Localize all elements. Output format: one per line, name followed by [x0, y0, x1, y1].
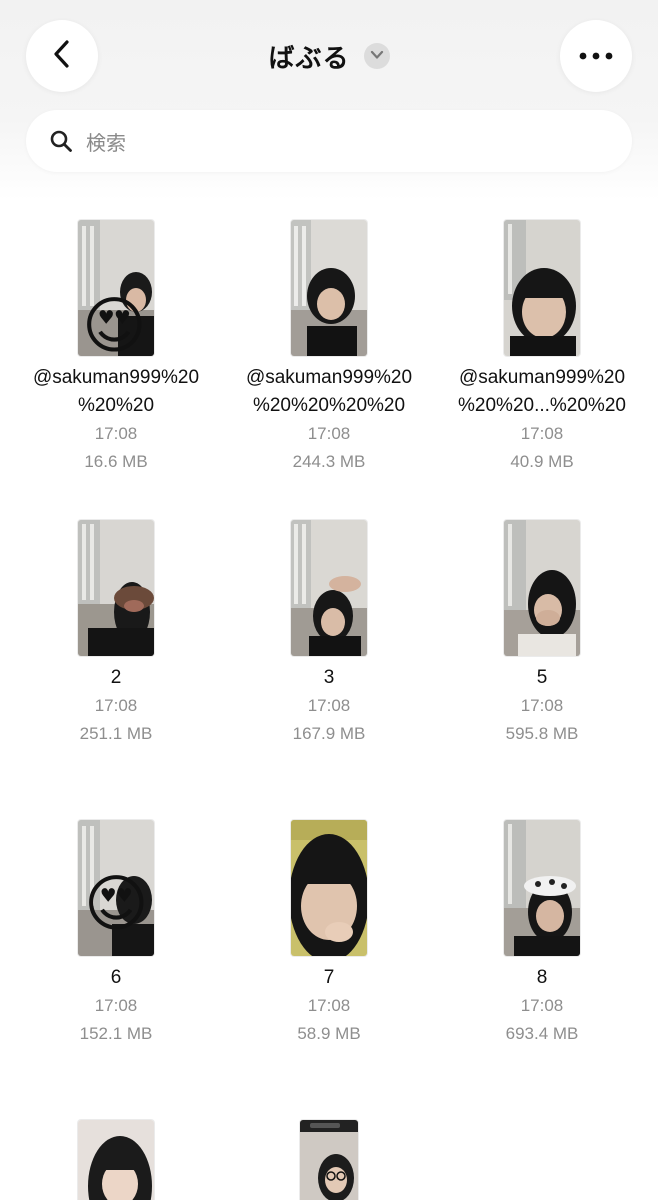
file-name: @sakuman999%20 %20%20%20%20	[245, 367, 413, 416]
search-icon	[48, 128, 74, 154]
search-field[interactable]: 検索	[26, 110, 632, 172]
file-name: 6	[110, 967, 122, 988]
file-name: 3	[323, 667, 335, 688]
video-thumbnail	[78, 1120, 154, 1200]
heart-eyes-emoji-sticker: 😍	[82, 292, 147, 357]
file-size: 244.3 MB	[292, 452, 366, 471]
file-time: 17:08	[94, 424, 138, 443]
file-item[interactable]: 7 17:08 58.9 MB	[223, 820, 435, 1048]
file-size: 58.9 MB	[297, 1024, 361, 1043]
file-time: 17:08	[520, 996, 564, 1015]
ellipsis-icon	[579, 47, 613, 65]
file-size: 595.8 MB	[505, 724, 579, 743]
video-thumbnail	[504, 220, 580, 356]
video-thumbnail	[300, 1120, 358, 1200]
file-name: 5	[536, 667, 548, 688]
video-thumbnail	[291, 520, 367, 656]
file-name: @sakuman999%20 %20%20	[32, 367, 200, 416]
chevron-down-icon	[370, 47, 384, 65]
title-menu-button[interactable]	[363, 43, 390, 69]
file-item[interactable]: 2 17:08 251.1 MB	[10, 520, 222, 748]
page-title: ばぶる	[268, 42, 350, 73]
file-size: 152.1 MB	[79, 1024, 153, 1043]
more-options-button[interactable]	[560, 20, 632, 92]
file-item[interactable]: 😍 @sakuman999%20 %20%20 17:08 16.6 MB	[10, 220, 222, 476]
file-time: 17:08	[307, 996, 351, 1015]
file-time: 17:08	[520, 696, 564, 715]
video-thumbnail: 😍	[78, 220, 154, 356]
file-time: 17:08	[307, 696, 351, 715]
file-item[interactable]: 3 17:08 167.9 MB	[223, 520, 435, 748]
search-placeholder: 検索	[86, 132, 126, 155]
file-item[interactable]: 5 17:08 595.8 MB	[436, 520, 648, 748]
file-item[interactable]: @sakuman999%20 %20%20...%20%20 17:08 40.…	[436, 220, 648, 476]
file-time: 17:08	[94, 696, 138, 715]
video-thumbnail	[504, 820, 580, 956]
file-item[interactable]	[10, 1120, 222, 1200]
file-time: 17:08	[520, 424, 564, 443]
video-thumbnail	[291, 820, 367, 956]
file-time: 17:08	[307, 424, 351, 443]
file-size: 167.9 MB	[292, 724, 366, 743]
file-size: 16.6 MB	[84, 452, 148, 471]
file-time: 17:08	[94, 996, 138, 1015]
video-thumbnail	[78, 520, 154, 656]
file-item[interactable]: 😍 6 17:08 152.1 MB	[10, 820, 222, 1048]
file-name: 7	[323, 967, 335, 988]
file-name: 2	[110, 667, 122, 688]
file-item[interactable]	[223, 1120, 435, 1200]
file-item[interactable]: @sakuman999%20 %20%20%20%20 17:08 244.3 …	[223, 220, 435, 476]
file-size: 251.1 MB	[79, 724, 153, 743]
file-size: 40.9 MB	[510, 452, 574, 471]
file-size: 693.4 MB	[505, 1024, 579, 1043]
file-item[interactable]: 8 17:08 693.4 MB	[436, 820, 648, 1048]
video-thumbnail	[504, 520, 580, 656]
video-thumbnail	[291, 220, 367, 356]
file-name: @sakuman999%20 %20%20...%20%20	[458, 367, 626, 416]
video-thumbnail: 😍	[78, 820, 154, 956]
file-name: 8	[536, 967, 548, 988]
files-app-screen: ばぶる 検索 😍 @sakuman999%20 %20%20 17:08 16.…	[0, 0, 658, 1200]
heart-eyes-emoji-sticker: 😍	[84, 870, 149, 939]
